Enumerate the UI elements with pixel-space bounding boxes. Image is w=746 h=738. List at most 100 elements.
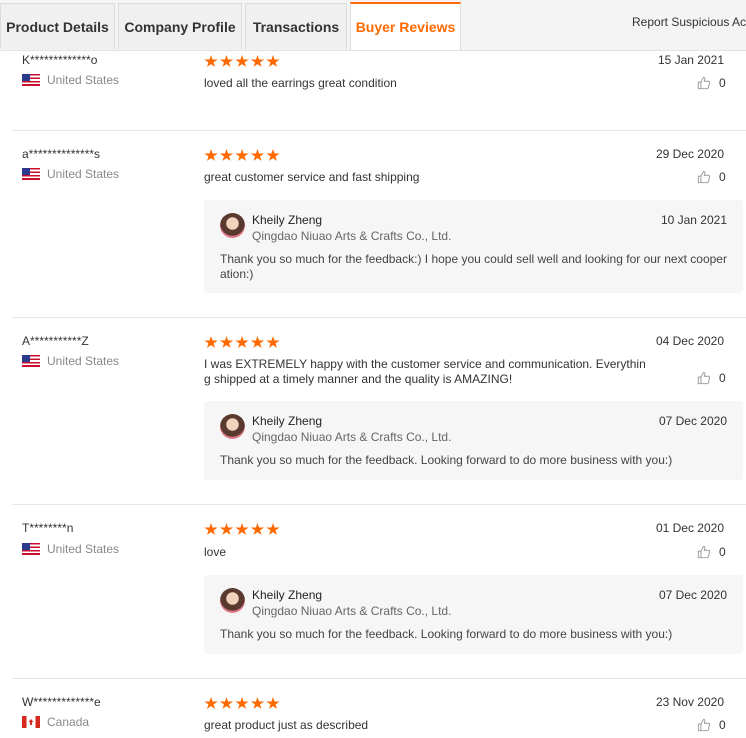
buyer-name: A***********Z	[22, 334, 89, 348]
star-icon	[219, 697, 234, 709]
seller-company: Qingdao Niuao Arts & Crafts Co., Ltd.	[252, 604, 452, 618]
thumbs-up-icon	[697, 76, 711, 90]
review-comment: love	[204, 545, 227, 559]
star-icon	[250, 697, 265, 709]
like-button[interactable]: 0	[697, 371, 726, 385]
star-icon	[235, 336, 249, 348]
seller-name: Kheily Zheng	[252, 414, 323, 428]
star-icon	[204, 55, 218, 67]
like-count: 0	[719, 545, 726, 559]
star-icon	[250, 149, 265, 161]
star-icon	[235, 149, 249, 161]
star-icon	[266, 55, 280, 67]
like-count: 0	[719, 718, 726, 732]
tab-buyer-reviews[interactable]: Buyer Reviews	[350, 2, 461, 50]
tab-company-profile[interactable]: Company Profile	[118, 3, 242, 49]
thumbs-up-icon	[697, 170, 711, 184]
reply-text: Thank you so much for the feedback:) I h…	[220, 252, 727, 281]
star-icon	[266, 336, 280, 348]
star-icon	[204, 149, 218, 161]
star-icon	[266, 523, 280, 535]
star-icon	[219, 336, 234, 348]
seller-reply: Kheily Zheng Qingdao Niuao Arts & Crafts…	[204, 401, 743, 480]
like-button[interactable]: 0	[697, 718, 726, 732]
review-item: K*************o United States 15 Jan 202…	[0, 50, 746, 131]
reply-text: Thank you so much for the feedback. Look…	[220, 627, 673, 641]
country-label: United States	[47, 167, 120, 181]
buyer-country: Canada	[22, 715, 89, 729]
us-flag-icon	[22, 168, 40, 180]
review-item: a**************s United States 29 Dec 20…	[0, 131, 746, 318]
report-suspicious-activity-link[interactable]: Report Suspicious Activity	[632, 15, 746, 29]
star-rating	[204, 523, 282, 537]
review-item: A***********Z United States 04 Dec 2020 …	[0, 318, 746, 505]
reply-text: Thank you so much for the feedback. Look…	[220, 453, 673, 467]
thumbs-up-icon	[697, 371, 711, 385]
review-date: 04 Dec 2020	[655, 334, 724, 348]
star-icon	[235, 523, 249, 535]
star-icon	[204, 523, 218, 535]
star-icon	[250, 523, 265, 535]
us-flag-icon	[22, 74, 40, 86]
review-comment: great product just as described	[204, 718, 369, 732]
buyer-country: United States	[22, 354, 119, 368]
seller-avatar	[220, 414, 245, 439]
country-label: United States	[47, 542, 120, 556]
review-item: T********n United States 01 Dec 2020 lov…	[0, 505, 746, 679]
country-label: United States	[47, 73, 120, 87]
star-icon	[266, 149, 280, 161]
like-button[interactable]: 0	[697, 170, 726, 184]
seller-reply: Kheily Zheng Qingdao Niuao Arts & Crafts…	[204, 200, 743, 293]
star-rating	[204, 697, 282, 711]
like-count: 0	[719, 371, 726, 385]
like-button[interactable]: 0	[697, 76, 726, 90]
like-count: 0	[719, 76, 726, 90]
buyer-name: T********n	[22, 521, 74, 535]
buyer-name: a**************s	[22, 147, 101, 161]
review-date: 15 Jan 2021	[657, 53, 724, 67]
review-comment: I was EXTREMELY happy with the customer …	[204, 357, 646, 386]
country-label: Canada	[47, 715, 90, 729]
us-flag-icon	[22, 543, 40, 555]
seller-name: Kheily Zheng	[252, 213, 323, 227]
thumbs-up-icon	[697, 545, 711, 559]
review-date: 29 Dec 2020	[655, 147, 724, 161]
review-date: 01 Dec 2020	[655, 521, 724, 535]
star-icon	[204, 697, 218, 709]
buyer-name: K*************o	[22, 53, 98, 67]
star-icon	[235, 697, 249, 709]
country-label: United States	[47, 354, 120, 368]
reply-date: 07 Dec 2020	[658, 588, 727, 602]
reply-date: 10 Jan 2021	[660, 213, 727, 227]
seller-name: Kheily Zheng	[252, 588, 323, 602]
star-icon	[219, 149, 234, 161]
seller-avatar	[220, 213, 245, 238]
canada-flag-icon	[22, 716, 40, 728]
seller-company: Qingdao Niuao Arts & Crafts Co., Ltd.	[252, 430, 452, 444]
like-button[interactable]: 0	[697, 545, 726, 559]
tab-transactions[interactable]: Transactions	[245, 3, 347, 49]
reply-date: 07 Dec 2020	[658, 414, 727, 428]
buyer-country: United States	[22, 167, 119, 181]
star-rating	[204, 55, 282, 69]
review-item: W*************e Canada 23 Nov 2020 great…	[0, 679, 746, 738]
star-icon	[266, 697, 280, 709]
star-icon	[235, 55, 249, 67]
review-comment: loved all the earrings great condition	[204, 76, 397, 90]
review-comment: great customer service and fast shipping	[204, 170, 420, 184]
star-icon	[219, 55, 234, 67]
star-icon	[250, 336, 265, 348]
seller-company: Qingdao Niuao Arts & Crafts Co., Ltd.	[252, 229, 452, 243]
buyer-country: United States	[22, 73, 119, 87]
tab-product-details[interactable]: Product Details	[0, 3, 115, 49]
thumbs-up-icon	[697, 718, 711, 732]
buyer-name: W*************e	[22, 695, 101, 709]
like-count: 0	[719, 170, 726, 184]
star-icon	[250, 55, 265, 67]
review-date: 23 Nov 2020	[655, 695, 724, 709]
buyer-country: United States	[22, 542, 119, 556]
star-icon	[204, 336, 218, 348]
star-rating	[204, 149, 282, 163]
star-icon	[219, 523, 234, 535]
us-flag-icon	[22, 355, 40, 367]
